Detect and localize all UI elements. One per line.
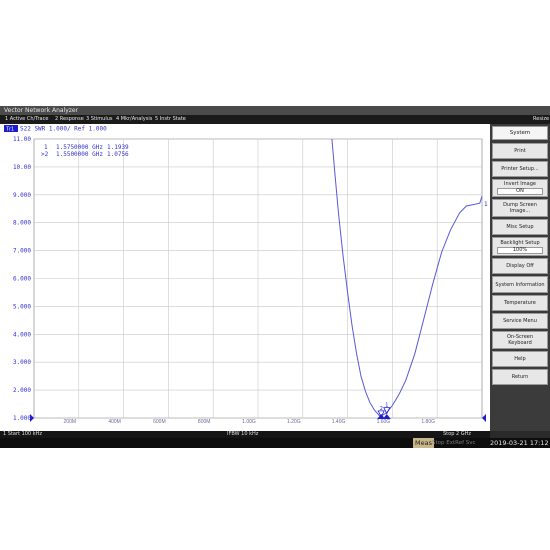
y-tick-label: 7.000 <box>13 248 31 255</box>
y-axis-ticks: 1.000 2.000 3.000 4.000 5.000 6.000 7.000 8.000… <box>13 136 31 422</box>
x-tick-label: 1.60G <box>377 419 391 425</box>
instrument-status-bar: Meas Stop ExtRef Svc 2019-03-21 17:12 <box>0 438 550 448</box>
y-tick-label: 3.000 <box>13 359 31 366</box>
softkey-label: Temperature <box>504 300 536 306</box>
y-tick-label: 10.00 <box>13 164 31 171</box>
softkey-help[interactable]: Help <box>492 351 548 367</box>
softkey-dump-screen[interactable]: Dump Screen Image... <box>492 199 548 217</box>
softkey-display-off[interactable]: Display Off <box>492 258 548 274</box>
softkey-label: System Information <box>495 281 545 288</box>
reference-arrow-left <box>30 414 34 422</box>
softkey-value: 100% <box>497 246 543 254</box>
x-tick-label: 200M <box>64 419 77 425</box>
softkey-label: Backlight Setup <box>500 239 540 246</box>
vna-window: Vector Network Analyzer 1 Active Ch/Trac… <box>0 106 550 448</box>
y-tick-label: 5.000 <box>13 303 31 310</box>
x-tick-label: 1.20G <box>287 419 301 425</box>
y-tick-label: 4.000 <box>13 331 31 338</box>
softkey-printer-setup[interactable]: Printer Setup... <box>492 161 548 177</box>
softkey-system-information[interactable]: System Information <box>492 276 548 293</box>
x-tick-label: 600M <box>153 419 166 425</box>
marker-readout-value: 1.0756 <box>107 151 129 158</box>
y-tick-label: 9.000 <box>13 192 31 199</box>
channel-status-bar: 1 Start 100 kHz IFBW 10 kHz Stop 2 GHz <box>0 431 490 438</box>
softkey-return[interactable]: Return <box>492 369 548 385</box>
x-tick-label: 1.40G <box>332 419 346 425</box>
marker-readout-label: >2 <box>41 151 49 158</box>
menu-instr-state[interactable]: 5 Instr State <box>155 115 186 124</box>
softkey-value: ON <box>497 188 543 195</box>
softkey-invert-image[interactable]: Invert Image ON <box>492 179 548 197</box>
softkey-label: Printer Setup... <box>501 166 539 172</box>
menu-mkr-analysis[interactable]: 4 Mkr/Analysis <box>116 115 152 124</box>
menu-response[interactable]: 2 Response <box>55 115 84 124</box>
trace-line <box>331 138 483 417</box>
status-flags: Stop ExtRef Svc <box>432 440 476 446</box>
softkey-label: Service Menu <box>503 318 537 324</box>
marker-readout-value: 1.1939 <box>107 144 129 151</box>
softkey-print[interactable]: Print <box>492 143 548 159</box>
meas-indicator: Meas <box>413 438 434 448</box>
window-title: Vector Network Analyzer <box>0 106 550 115</box>
softkey-label: Misc Setup <box>506 224 534 230</box>
softkey-misc-setup[interactable]: Misc Setup <box>492 219 548 235</box>
y-tick-label: 6.000 <box>13 276 31 283</box>
x-axis-ticks: 200M 400M 600M 800M 1.00G 1.20G 1.40G 1.60G 1.80… <box>64 419 436 425</box>
softkey-label: Dump Screen Image... <box>503 202 537 214</box>
x-tick-label: 1.80G <box>421 419 435 425</box>
softkey-backlight-setup[interactable]: Backlight Setup 100% <box>492 237 548 256</box>
softkey-temperature[interactable]: Temperature <box>492 295 548 311</box>
reference-arrow-right <box>482 414 486 422</box>
marker-id-label: 1 <box>385 403 388 409</box>
menu-active-ch-trace[interactable]: 1 Active Ch/Trace <box>5 115 48 124</box>
trace-end-label: 1 <box>484 201 488 208</box>
softkey-label: Help <box>514 356 526 362</box>
menu-stimulus[interactable]: 3 Stimulus <box>86 115 113 124</box>
marker-id-label: 2 <box>380 406 383 412</box>
chart-grid <box>33 138 483 419</box>
softkey-service-menu[interactable]: Service Menu <box>492 313 548 329</box>
stop-frequency[interactable]: Stop 2 GHz <box>443 431 471 438</box>
trace-header-text: S22 SWR 1.000/ Ref 1.000 <box>20 126 107 133</box>
y-tick-label: 8.000 <box>13 220 31 227</box>
y-tick-label: 1.000 <box>13 415 31 422</box>
softkey-panel: System Print Printer Setup... Invert Ima… <box>490 124 550 431</box>
resize-button[interactable]: Resize <box>533 115 549 124</box>
x-tick-label: 800M <box>198 419 211 425</box>
softkey-on-screen-keyboard[interactable]: On-Screen Keyboard <box>492 331 548 349</box>
swr-chart: 1.000 2.000 3.000 4.000 5.000 6.000 7.000 8.000… <box>4 125 488 425</box>
softkey-label: Print <box>514 148 526 154</box>
softkey-label: Display Off <box>506 263 534 269</box>
y-tick-label: 2.000 <box>13 387 31 394</box>
x-tick-label: 1.00G <box>242 419 256 425</box>
menu-bar: 1 Active Ch/Trace 2 Response 3 Stimulus … <box>0 115 550 124</box>
marker-readout-freq: 1.5750000 GHz <box>56 144 103 151</box>
softkey-label: Invert Image <box>504 181 536 187</box>
trace-badge[interactable]: Tr1 <box>6 127 14 133</box>
chart-area: 1.000 2.000 3.000 4.000 5.000 6.000 7.000 8.000… <box>0 124 490 431</box>
start-frequency[interactable]: 1 Start 100 kHz <box>3 431 42 438</box>
x-tick-label: 400M <box>108 419 121 425</box>
softkey-header-system[interactable]: System <box>492 126 548 140</box>
marker-readout-freq: 1.5500000 GHz <box>56 151 103 158</box>
ifbw-value[interactable]: IFBW 10 kHz <box>227 431 258 438</box>
y-tick-label: 11.00 <box>13 136 31 143</box>
softkey-label: Return <box>511 374 529 380</box>
softkey-label: On-Screen Keyboard <box>506 334 534 346</box>
marker-readout-label: 1 <box>44 144 48 151</box>
date-time: 2019-03-21 17:12 <box>490 439 549 447</box>
